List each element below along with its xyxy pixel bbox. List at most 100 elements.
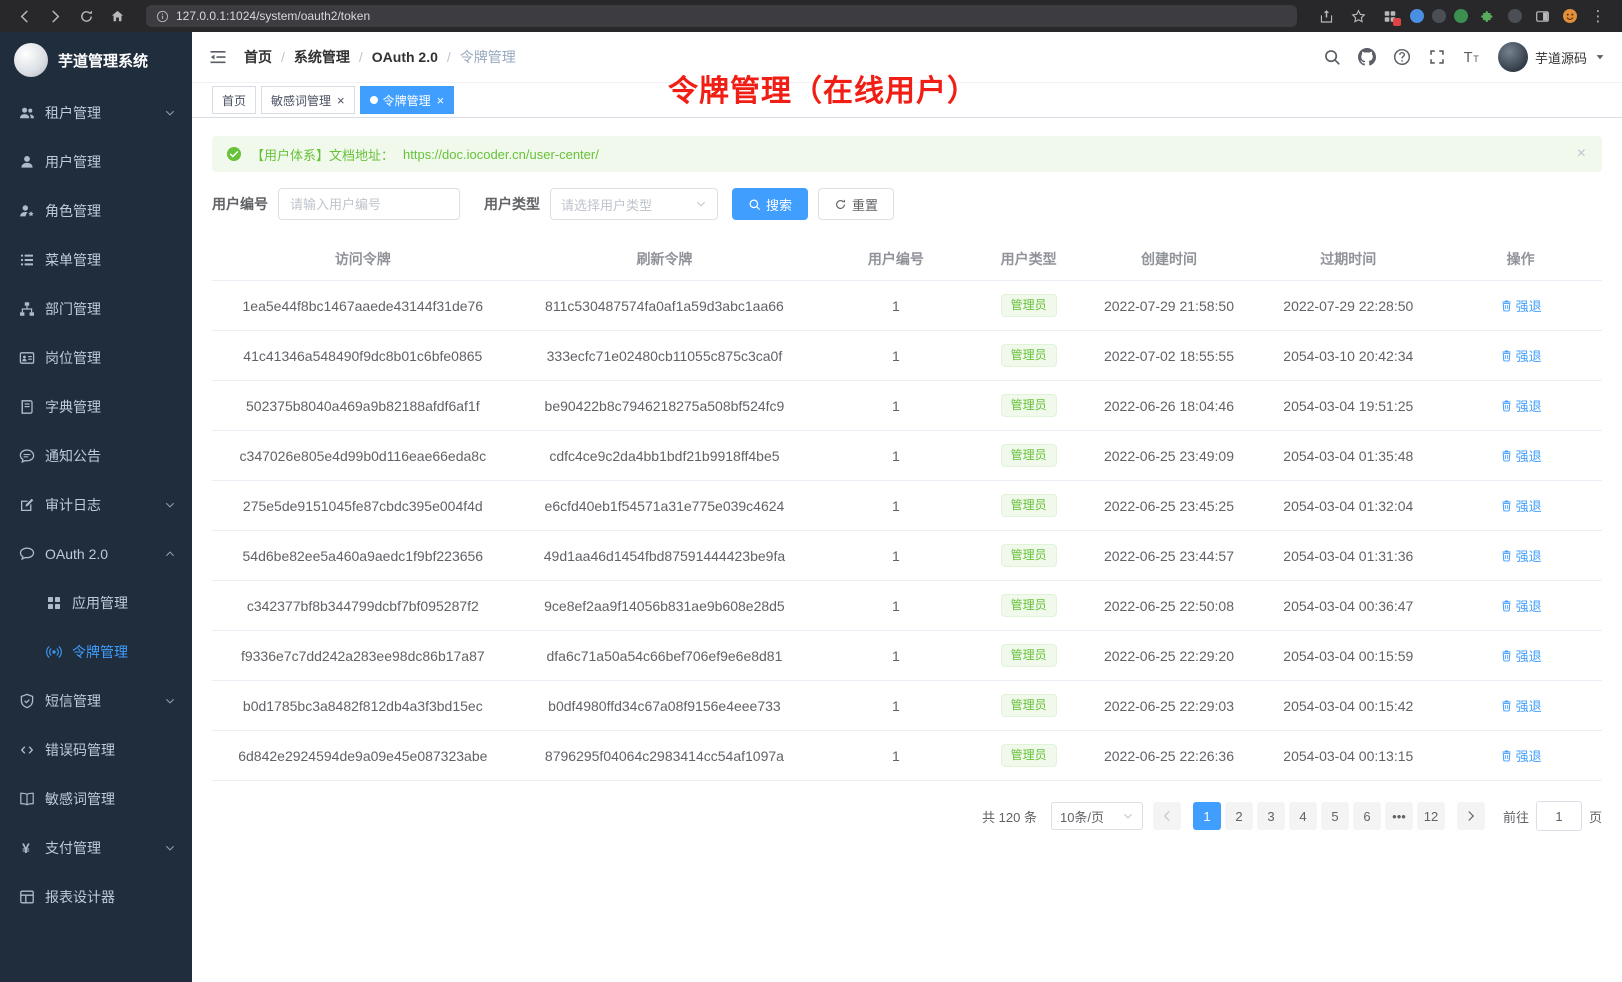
extension-icon-blue[interactable] [1410,9,1424,23]
action-cell: 强退 [1439,431,1602,481]
search-icon[interactable] [1323,48,1341,66]
alert-close-icon[interactable]: × [1577,146,1586,162]
chevron-down-icon [164,842,176,854]
extension-icon-dark[interactable] [1432,9,1446,23]
sidebar-item-report-designer[interactable]: 报表设计器 [0,872,192,921]
table-row: f9336e7c7dd242a283ee98dc86b17a87dfa6c71a… [212,631,1602,681]
force-logout-button[interactable]: 强退 [1500,546,1542,565]
sidebar-item-sensitive-word[interactable]: 敏感词管理 [0,774,192,823]
chevron-down-icon [1122,810,1134,822]
split-view-icon[interactable] [1530,4,1554,28]
user-menu[interactable]: 芋道源码 [1498,42,1606,72]
reset-button[interactable]: 重置 [818,188,894,220]
goto-page: 前往 页 [1503,801,1602,831]
trash-icon [1500,449,1513,462]
next-page-button[interactable] [1457,802,1485,830]
profile-avatar-icon[interactable] [1562,8,1578,24]
tab-home[interactable]: 首页 [212,86,256,114]
browser-reload-icon[interactable] [74,4,98,28]
sidebar-item-dict[interactable]: 字典管理 [0,382,192,431]
table-row: 275e5de9151045fe87cbdc395e004f4de6cfd40e… [212,481,1602,531]
pager-more-button[interactable]: ••• [1385,802,1413,830]
expire-time-cell: 2054-03-04 01:32:04 [1257,481,1439,531]
sidebar-item-oauth2-token[interactable]: 令牌管理 [0,627,192,676]
font-size-icon[interactable]: TT [1463,48,1481,66]
user-type-badge: 管理员 [1001,744,1057,767]
sidebar-item-notice[interactable]: 通知公告 [0,431,192,480]
force-logout-button[interactable]: 强退 [1500,346,1542,365]
search-button[interactable]: 搜索 [732,188,808,220]
sidebar-item-dept[interactable]: 部门管理 [0,284,192,333]
force-logout-button[interactable]: 强退 [1500,446,1542,465]
sidebar-item-label: 应用管理 [72,593,176,613]
tab-bar: 首页敏感词管理×令牌管理× [192,83,1622,118]
extension-icon-green[interactable] [1454,9,1468,23]
address-bar[interactable]: 127.0.0.1:1024/system/oauth2/token [146,5,1297,27]
goto-page-input[interactable] [1536,801,1582,831]
extension-icon-dark-2[interactable] [1508,9,1522,23]
chevron-down-icon [695,198,707,210]
sidebar-item-tenant[interactable]: 租户管理 [0,88,192,137]
access-token-cell: c342377bf8b344799dcbf7bf095287f2 [212,581,514,631]
pager-page-6[interactable]: 6 [1353,802,1381,830]
sidebar-collapse-icon[interactable] [208,47,228,67]
pager-page-4[interactable]: 4 [1289,802,1317,830]
breadcrumb-item[interactable]: OAuth 2.0 [372,49,438,65]
force-logout-button[interactable]: 强退 [1500,296,1542,315]
sidebar-item-label: 角色管理 [45,201,176,221]
browser-menu-icon[interactable]: ⋮ [1586,4,1610,28]
github-icon[interactable] [1358,48,1376,66]
pager-page-1[interactable]: 1 [1193,802,1221,830]
site-info-icon[interactable] [156,10,169,23]
force-logout-button[interactable]: 强退 [1500,696,1542,715]
sidebar-item-pay[interactable]: ¥支付管理 [0,823,192,872]
header-actions: TT 芋道源码 [1323,42,1606,72]
pager-page-5[interactable]: 5 [1321,802,1349,830]
user-type-cell: 管理员 [976,581,1080,631]
user-type-select[interactable]: 请选择用户类型 [550,188,718,220]
sidebar-item-sms[interactable]: 短信管理 [0,676,192,725]
sidebar-item-audit-log[interactable]: 审计日志 [0,480,192,529]
share-icon[interactable] [1314,4,1338,28]
breadcrumb-item[interactable]: 首页 [244,47,272,67]
force-logout-button[interactable]: 强退 [1500,646,1542,665]
close-tab-icon[interactable]: × [337,94,345,107]
table-row: 54d6be82ee5a460a9aedc1f9bf22365649d1aa46… [212,531,1602,581]
bookmark-star-icon[interactable] [1346,4,1370,28]
tab-sensitive-word[interactable]: 敏感词管理× [261,86,355,114]
page-size-select[interactable]: 10条/页 [1051,802,1143,830]
pager-page-12[interactable]: 12 [1417,802,1445,830]
force-logout-button[interactable]: 强退 [1500,746,1542,765]
sidebar-item-role[interactable]: 角色管理 [0,186,192,235]
alert-doc-link[interactable]: https://doc.iocoder.cn/user-center/ [403,147,599,162]
sidebar-item-label: 用户管理 [45,152,176,172]
sidebar-item-oauth2-app[interactable]: 应用管理 [0,578,192,627]
user-id-input[interactable] [278,188,460,220]
force-logout-button[interactable]: 强退 [1500,396,1542,415]
sidebar-item-menu[interactable]: 菜单管理 [0,235,192,284]
extensions-icon[interactable] [1378,4,1402,28]
fullscreen-icon[interactable] [1428,48,1446,66]
force-logout-button[interactable]: 强退 [1500,496,1542,515]
sidebar-item-error-code[interactable]: 错误码管理 [0,725,192,774]
pager-page-2[interactable]: 2 [1225,802,1253,830]
force-logout-button[interactable]: 强退 [1500,596,1542,615]
help-icon[interactable] [1393,48,1411,66]
browser-forward-icon[interactable] [43,4,67,28]
breadcrumb-item[interactable]: 系统管理 [294,47,350,67]
puzzle-extension-icon[interactable] [1476,4,1500,28]
create-time-cell: 2022-06-25 23:45:25 [1081,481,1258,531]
user-id-cell: 1 [815,431,976,481]
chevron-down-icon [164,695,176,707]
browser-back-icon[interactable] [12,4,36,28]
refresh-token-cell: e6cfd40eb1f54571a31e775e039c4624 [514,481,816,531]
sidebar-item-user[interactable]: 用户管理 [0,137,192,186]
tab-token[interactable]: 令牌管理× [360,86,455,114]
browser-home-icon[interactable] [105,4,129,28]
role-icon [19,203,35,219]
sidebar-item-post[interactable]: 岗位管理 [0,333,192,382]
close-tab-icon[interactable]: × [437,94,445,107]
sidebar-item-oauth2[interactable]: OAuth 2.0 [0,529,192,578]
pager-page-3[interactable]: 3 [1257,802,1285,830]
prev-page-button[interactable] [1153,802,1181,830]
